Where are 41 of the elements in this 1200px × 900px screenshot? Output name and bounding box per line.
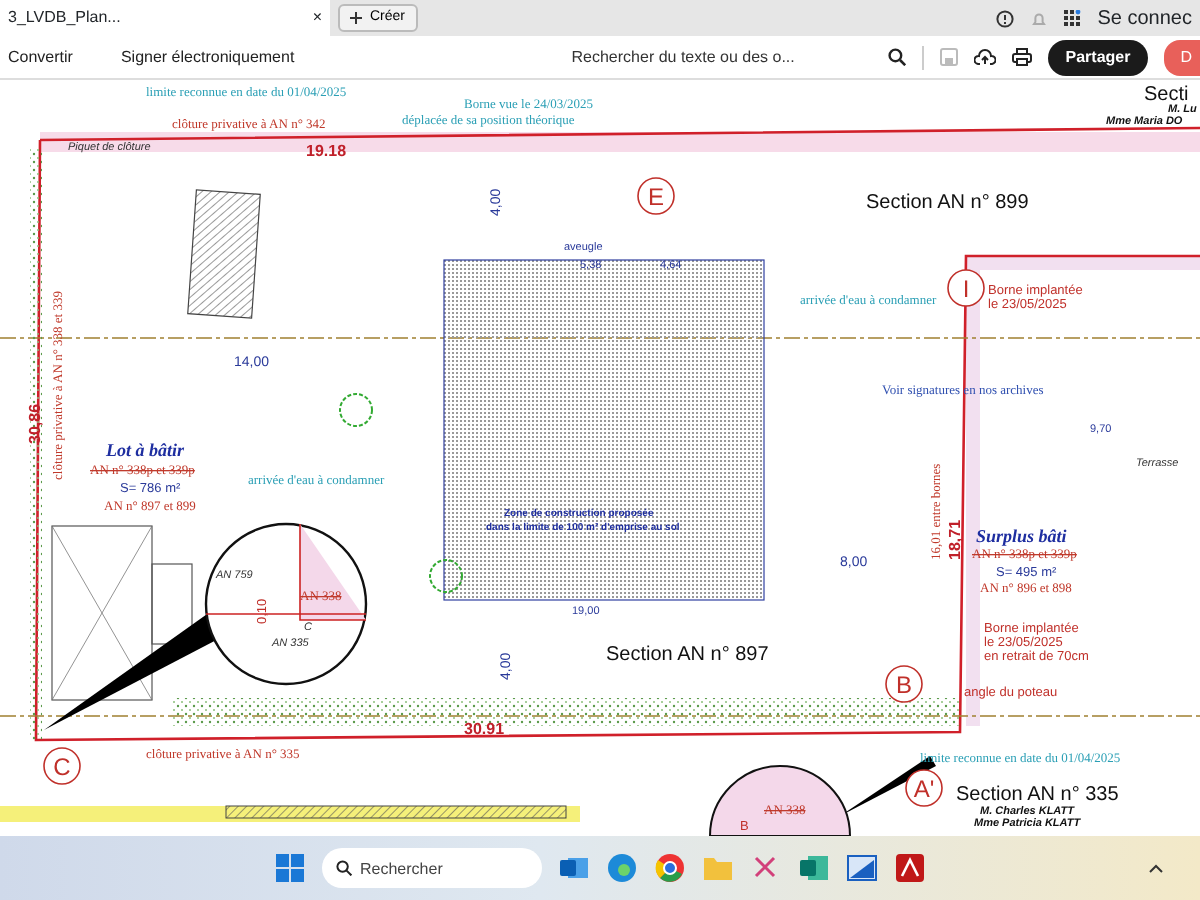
chevron-up-icon[interactable]: [1148, 862, 1164, 874]
pdf-app-icon[interactable]: [894, 852, 926, 884]
image-app-icon[interactable]: [846, 852, 878, 884]
toolbar-button[interactable]: Signer électroniquement: [120, 45, 295, 69]
search-icon: [336, 860, 352, 876]
plan-label: Surplus bâti: [976, 526, 1067, 546]
tab-title: 3_LVDB_Plan...: [8, 6, 121, 30]
browser-icon[interactable]: [606, 852, 638, 884]
plan-label: Lot à bâtir: [106, 440, 185, 460]
search-icon[interactable]: [887, 48, 906, 66]
info-icon[interactable]: [995, 9, 1014, 27]
point-marker: I: [947, 269, 985, 307]
point-marker: B: [885, 665, 923, 703]
plan-label: Section AN n° 335: [956, 784, 1119, 806]
plan-label: 30.91: [464, 720, 505, 738]
plan-label: 18,71: [946, 519, 964, 560]
plan-label: 30,86: [26, 403, 44, 444]
sign-in-link[interactable]: Se connec: [1097, 3, 1192, 33]
share-button[interactable]: Partager: [1047, 39, 1149, 75]
mail-app-icon[interactable]: [558, 852, 590, 884]
taskbar-search-field[interactable]: Rechercher: [322, 848, 542, 888]
apps-icon[interactable]: [1063, 9, 1082, 27]
plan-label: 19.18: [306, 142, 347, 160]
plan-label: Section AN n° 899: [866, 192, 1029, 214]
document-app-icon[interactable]: [798, 852, 830, 884]
upload-icon[interactable]: [973, 48, 996, 66]
tree-icon: [429, 559, 463, 593]
browser-tab[interactable]: 3_LVDB_Plan... ×: [0, 0, 330, 36]
point-marker: E: [637, 177, 675, 215]
plan-label: Section AN n° 897: [606, 644, 769, 666]
point-marker: A': [905, 769, 943, 807]
print-icon[interactable]: [1011, 48, 1032, 66]
toolbar-button[interactable]: Convertir: [8, 45, 73, 69]
close-icon[interactable]: ×: [312, 6, 322, 30]
browser-icon[interactable]: [654, 852, 686, 884]
tree-icon: [339, 393, 373, 427]
building-drawing: [187, 189, 261, 319]
plus-icon: [350, 12, 362, 24]
windows-icon[interactable]: [274, 852, 306, 884]
point-marker: C: [43, 747, 81, 785]
plan-label: Secti: [1144, 84, 1189, 106]
